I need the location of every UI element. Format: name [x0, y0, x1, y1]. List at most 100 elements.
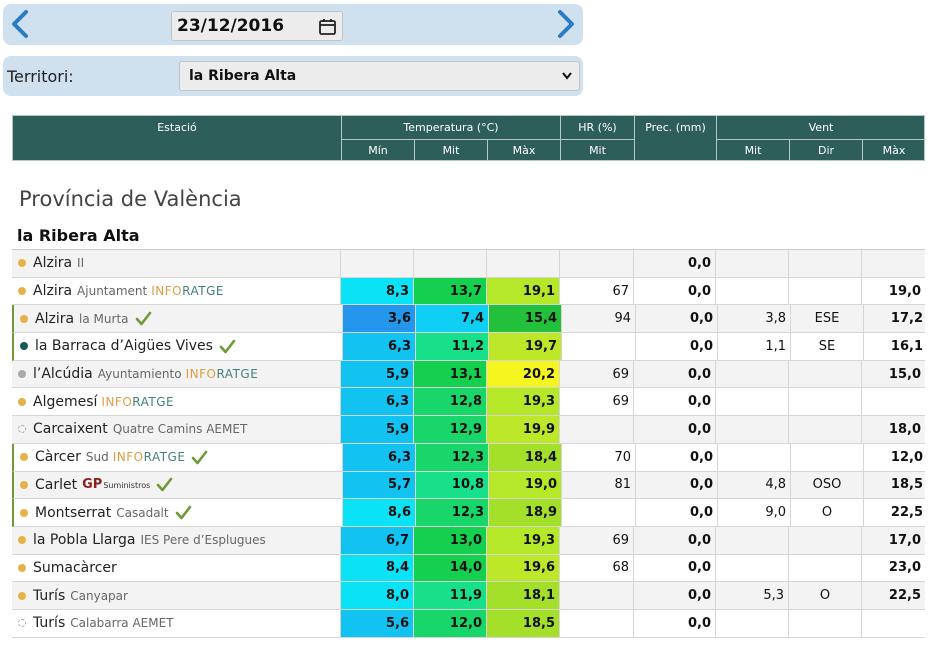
station-cell[interactable]: la Pobla Llarga IES Pere d’Esplugues — [12, 527, 340, 554]
wind-max-cell: 17,2 — [863, 305, 927, 333]
next-day-button[interactable] — [551, 8, 581, 40]
temp-max-cell: 19,3 — [486, 526, 559, 554]
wind-max-cell — [861, 250, 925, 277]
inforatge-logo-part-a: INFO — [185, 367, 217, 382]
temp-max-cell: 19,9 — [486, 416, 559, 443]
wind-max-cell — [861, 388, 925, 416]
station-name[interactable]: la Pobla Llarga — [33, 532, 135, 548]
station-name[interactable]: la Barraca d’Aigües Vives — [35, 338, 213, 354]
station-cell[interactable]: Alzira la Murta — [14, 305, 342, 332]
station-cell[interactable]: Alzira II — [12, 250, 340, 277]
station-subname: Sud — [85, 450, 109, 465]
hr-cell — [561, 499, 635, 526]
calendar-icon[interactable] — [319, 18, 336, 35]
hr-cell — [559, 250, 633, 277]
wind-max-cell: 16,1 — [863, 333, 927, 360]
station-name[interactable]: Sumacàrcer — [33, 560, 117, 576]
check-icon — [156, 478, 173, 492]
station-cell[interactable]: Alzira Ajuntament INFORATGE — [12, 278, 340, 305]
wind-dir-cell — [788, 388, 861, 416]
temp-min-cell: 6,3 — [340, 388, 413, 416]
gp-suministros-logo-sub: Suministros — [103, 481, 151, 491]
temp-mit-cell: 11,9 — [413, 582, 486, 609]
temp-min-cell: 5,7 — [342, 471, 415, 499]
hr-cell — [559, 416, 633, 443]
station-cell[interactable]: Montserrat Casadalt — [14, 499, 342, 526]
wind-mit-cell: 4,8 — [717, 471, 790, 499]
comarca-title: la Ribera Alta — [17, 226, 140, 245]
station-name[interactable]: Turís — [33, 588, 65, 604]
table-row: Sumacàrcer 8,4 14,0 19,6 68 0,0 23,0 — [12, 554, 925, 583]
date-input[interactable]: 23/12/2016 — [171, 11, 343, 41]
status-dot-icon — [20, 508, 28, 517]
prec-cell: 0,0 — [633, 526, 715, 554]
wind-dir-cell — [788, 360, 861, 388]
station-name[interactable]: Montserrat — [35, 505, 111, 521]
hr-cell — [559, 609, 633, 637]
prec-cell: 0,0 — [633, 388, 715, 416]
station-cell[interactable]: Càrcer Sud INFORATGE — [14, 444, 342, 471]
table-row: Carlet GPSuministros 5,7 10,8 19,0 81 0,0 4,8 OS… — [12, 471, 927, 500]
wind-dir-cell — [788, 526, 861, 554]
temp-mit-cell: 12,8 — [413, 388, 486, 416]
wind-max-cell: 17,0 — [861, 526, 925, 554]
temp-max-cell: 19,6 — [486, 554, 559, 582]
prec-cell: 0,0 — [635, 499, 717, 526]
wind-max-cell: 22,5 — [863, 499, 927, 526]
status-dot-icon — [18, 563, 26, 572]
station-cell[interactable]: Turís Canyapar — [12, 582, 340, 609]
wind-max-cell: 18,5 — [863, 471, 927, 499]
wind-dir-cell: ESE — [790, 305, 863, 333]
wind-dir-cell: O — [788, 582, 861, 609]
inforatge-logo: INFORATGE — [113, 450, 186, 464]
wind-dir-cell — [788, 416, 861, 443]
hr-cell: 68 — [559, 554, 633, 582]
previous-day-button[interactable] — [5, 8, 35, 40]
chevron-right-icon — [558, 10, 574, 38]
station-name[interactable]: Algemesí — [33, 394, 97, 410]
territory-select[interactable]: la Ribera Alta — [179, 61, 580, 91]
header-temp-min: Mín — [341, 139, 414, 161]
temp-mit-cell: 13,1 — [413, 360, 486, 388]
hr-cell: 69 — [559, 388, 633, 416]
station-name[interactable]: l’Alcúdia — [33, 366, 93, 382]
hr-cell — [561, 333, 635, 360]
header-temp-mit: Mit — [414, 139, 487, 161]
station-cell[interactable]: l’Alcúdia Ayuntamiento INFORATGE — [12, 361, 340, 388]
status-dot-icon — [18, 370, 26, 379]
station-cell[interactable]: Carlet GPSuministros — [14, 472, 342, 499]
station-name[interactable]: Alzira — [33, 255, 72, 271]
wind-dir-cell — [790, 443, 863, 471]
wind-mit-cell — [715, 554, 788, 582]
wind-mit-cell — [715, 277, 788, 305]
wind-mit-cell: 1,1 — [717, 333, 790, 360]
station-cell[interactable]: Sumacàrcer — [12, 555, 340, 582]
station-subname: la Murta — [79, 311, 129, 326]
station-name[interactable]: Carcaixent — [33, 421, 108, 437]
header-prec: Prec. (mm) — [634, 116, 716, 161]
station-name[interactable]: Alzira — [33, 283, 72, 299]
status-dot-icon — [20, 480, 28, 489]
territory-selected-value: la Ribera Alta — [189, 68, 297, 84]
station-name[interactable]: Alzira — [35, 311, 74, 327]
station-cell[interactable]: Turís Calabarra AEMET — [12, 610, 340, 637]
station-name[interactable]: Turís — [33, 615, 65, 631]
temp-max-cell: 18,4 — [488, 443, 561, 471]
station-cell[interactable]: la Barraca d’Aigües Vives — [14, 333, 342, 360]
station-name[interactable]: Càrcer — [35, 449, 81, 465]
station-subname: Quatre Camins AEMET — [112, 422, 248, 437]
wind-mit-cell — [717, 443, 790, 471]
station-name[interactable]: Carlet — [35, 477, 77, 493]
status-dot-icon — [20, 453, 28, 462]
table-row: Algemesí INFORATGE 6,3 12,8 19,3 69 0,0 — [12, 388, 925, 417]
temp-mit-cell: 13,0 — [413, 526, 486, 554]
inforatge-logo-part-a: INFO — [101, 394, 133, 409]
status-dot-icon — [18, 259, 26, 268]
header-vent: Vent — [716, 116, 925, 139]
station-cell[interactable]: Algemesí INFORATGE — [12, 388, 340, 415]
hr-cell: 70 — [561, 443, 635, 471]
station-cell[interactable]: Carcaixent Quatre Camins AEMET — [12, 416, 340, 443]
wind-max-cell: 12,0 — [863, 443, 927, 471]
station-subname: Calabarra AEMET — [70, 616, 174, 631]
temp-max-cell: 20,2 — [486, 360, 559, 388]
